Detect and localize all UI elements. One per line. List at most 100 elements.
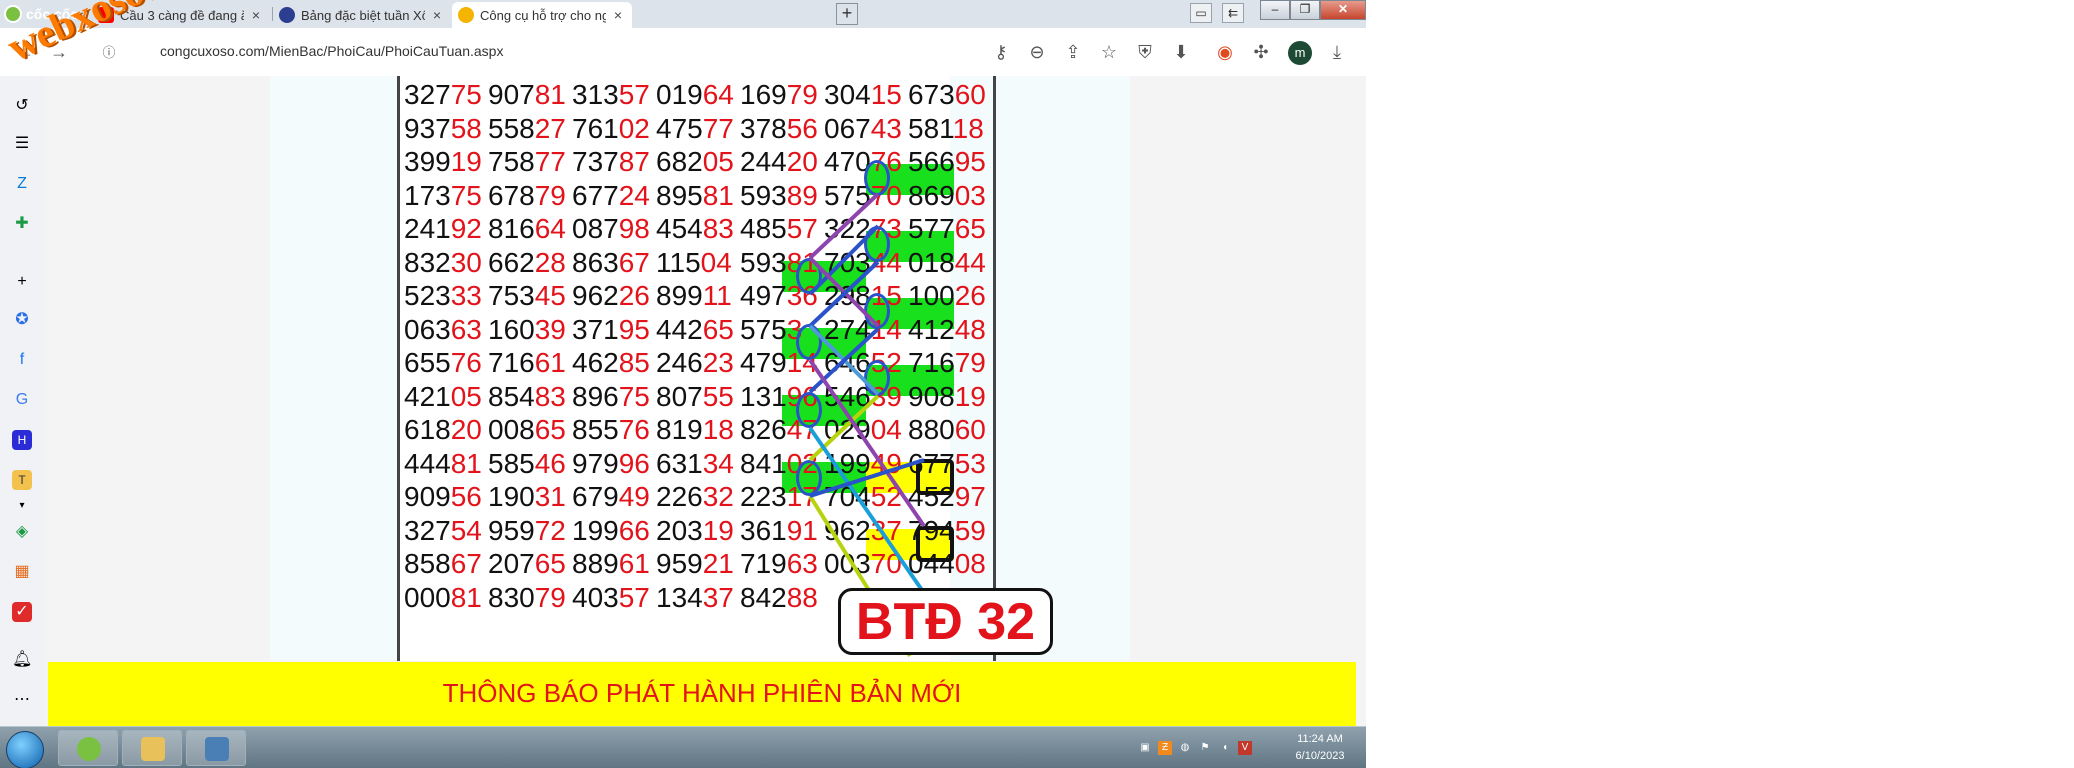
tab-bang-dac-biet[interactable]: Bảng đặc biệt tuần Xổ Số Tru × xyxy=(273,2,451,28)
cell-prefix: 361 xyxy=(740,514,787,546)
zalo-icon[interactable]: Z xyxy=(12,174,32,194)
add-panel-icon[interactable]: + xyxy=(12,272,32,292)
cell-last-two: 05 xyxy=(450,380,482,412)
cell-last-two: 45 xyxy=(534,280,566,311)
flag-tray-icon[interactable]: ⚑ xyxy=(1198,741,1212,755)
cell-last-two: 83 xyxy=(702,213,734,244)
grid-cell: 89581 xyxy=(656,179,740,212)
coccoc-game-icon[interactable]: ◈ xyxy=(12,522,32,542)
cell-prefix: 716 xyxy=(488,347,535,378)
cell-last-two: 61 xyxy=(618,548,650,579)
system-clock[interactable]: 11:24 AM 6/10/2023 xyxy=(1280,731,1360,765)
t-app-icon[interactable]: T xyxy=(12,470,32,490)
grid-cell: 52333 xyxy=(404,279,488,312)
cell-last-two: 37 xyxy=(870,514,902,546)
messenger-icon[interactable]: ✪ xyxy=(12,310,32,330)
cell-prefix: 203 xyxy=(656,514,703,546)
cell-prefix: 199 xyxy=(824,447,871,479)
bell-icon[interactable]: 🔔︎ xyxy=(12,650,32,670)
key-icon[interactable]: ⚷ xyxy=(990,41,1012,63)
history-icon[interactable]: ↺ xyxy=(12,96,32,116)
taskbar-coccoc[interactable] xyxy=(58,730,118,766)
translate-icon[interactable]: G xyxy=(12,390,32,410)
grid-cell: 59389 xyxy=(740,179,824,212)
congcu-icon xyxy=(458,7,474,23)
grid-cell: 90781 xyxy=(488,78,572,111)
v-tray-icon[interactable]: V xyxy=(1238,741,1252,755)
shop-icon[interactable]: ▦ xyxy=(12,562,32,582)
grid-cell: 73787 xyxy=(572,145,656,178)
grid-cell: 71661 xyxy=(488,346,572,379)
minimize-icon[interactable]: – xyxy=(1260,0,1290,20)
new-tab-button[interactable]: + xyxy=(836,3,858,25)
h-app-icon[interactable]: H xyxy=(12,430,32,450)
todo-icon[interactable]: ✓ xyxy=(12,602,32,622)
puzzle-icon[interactable]: ✣ xyxy=(1250,41,1272,63)
release-notice-banner[interactable]: THÔNG BÁO PHÁT HÀNH PHIÊN BẢN MỚI xyxy=(48,662,1356,726)
restore-icon[interactable]: ❐ xyxy=(1290,0,1320,20)
profile-avatar[interactable]: m xyxy=(1288,41,1312,65)
app-tray-icon[interactable]: Ƶ xyxy=(1158,741,1172,755)
download-icon[interactable]: ⬇ xyxy=(1170,41,1192,63)
download-tray-icon[interactable]: ⤓ xyxy=(1326,41,1348,63)
site-info-icon[interactable]: ⓘ xyxy=(98,42,120,64)
coccoc-extension-icon[interactable]: ◉ xyxy=(1214,41,1236,63)
grid-cell: 57765 xyxy=(908,212,992,245)
cell-last-two: 46 xyxy=(534,447,566,479)
cell-prefix: 896 xyxy=(572,380,619,412)
cell-last-two: 52 xyxy=(870,481,902,512)
close-window-icon[interactable]: ✕ xyxy=(1320,0,1366,20)
grid-cell: 32754 xyxy=(404,514,488,547)
star-icon[interactable]: ☆ xyxy=(1098,41,1120,63)
photo-viewer-icon xyxy=(205,737,229,761)
cell-last-two: 92 xyxy=(450,213,482,244)
taskbar-explorer[interactable] xyxy=(122,730,182,766)
tab-close-icon[interactable]: × xyxy=(248,7,264,23)
cell-last-two: 60 xyxy=(954,414,986,445)
grid-cell: 58118 xyxy=(908,112,992,145)
cell-last-two: 49 xyxy=(870,447,902,479)
cell-last-two: 54 xyxy=(450,514,482,546)
globe-tray-icon[interactable]: ◍ xyxy=(1178,741,1192,755)
network-tray-icon[interactable]: ▣ xyxy=(1138,741,1152,755)
game-icon[interactable]: ✚ xyxy=(12,214,32,234)
reading-list-icon[interactable]: ☰ xyxy=(12,134,32,154)
sidebar-toggle-icon[interactable]: ⇇ xyxy=(1222,3,1244,23)
chevron-down-icon[interactable]: ▾ xyxy=(12,496,32,516)
screen-capture-icon[interactable]: ▭ xyxy=(1190,3,1212,23)
more-icon[interactable]: ⋯ xyxy=(12,690,32,710)
grid-cell: 97996 xyxy=(572,447,656,480)
grid-cell: 96237 xyxy=(824,514,908,547)
cell-last-two: 24 xyxy=(618,179,650,211)
start-button[interactable] xyxy=(6,731,44,768)
cell-prefix: 134 xyxy=(656,581,703,613)
volume-icon[interactable]: ◖ xyxy=(1218,741,1232,755)
system-tray: ▣ Ƶ ◍ ⚑ ◖ V xyxy=(1138,741,1252,755)
tab-cong-cu[interactable]: Công cụ hỗ trợ cho người ch × xyxy=(452,2,632,28)
share-icon[interactable]: ⇪ xyxy=(1062,41,1084,63)
zoom-out-icon[interactable]: ⊖ xyxy=(1026,41,1048,63)
grid-cell: 24623 xyxy=(656,346,740,379)
grid-cell: 22632 xyxy=(656,480,740,513)
tab-close-icon[interactable]: × xyxy=(429,7,445,23)
cell-prefix: 575 xyxy=(740,313,787,345)
cell-last-two: 04 xyxy=(700,246,732,278)
url-bar[interactable]: congcuxoso.com/MienBac/PhoiCau/PhoiCauTu… xyxy=(160,43,503,59)
facebook-icon[interactable]: f xyxy=(12,350,32,370)
cell-last-two: 97 xyxy=(954,481,986,512)
page-content: 32775 90781 31357 01964 16979 30415 67360 93758… xyxy=(44,76,1366,726)
tab-close-icon[interactable]: × xyxy=(610,7,626,23)
grid-cell: 39919 xyxy=(404,145,488,178)
extension-shield-icon[interactable]: ⛨ xyxy=(1134,41,1156,63)
cell-prefix: 581 xyxy=(908,112,953,144)
cell-prefix: 737 xyxy=(572,146,619,177)
grid-row: 90956 19031 67949 22632 22317 70452 45297 xyxy=(404,480,992,513)
cell-last-two: 95 xyxy=(954,146,986,177)
taskbar-photos[interactable] xyxy=(186,730,246,766)
grid-cell: 11504 xyxy=(656,246,740,279)
cell-last-two: 18 xyxy=(702,414,734,445)
grid-cell: 67724 xyxy=(572,179,656,212)
cell-last-two: 21 xyxy=(702,548,734,579)
oval-marker xyxy=(796,460,822,496)
cell-prefix: 962 xyxy=(572,280,619,311)
